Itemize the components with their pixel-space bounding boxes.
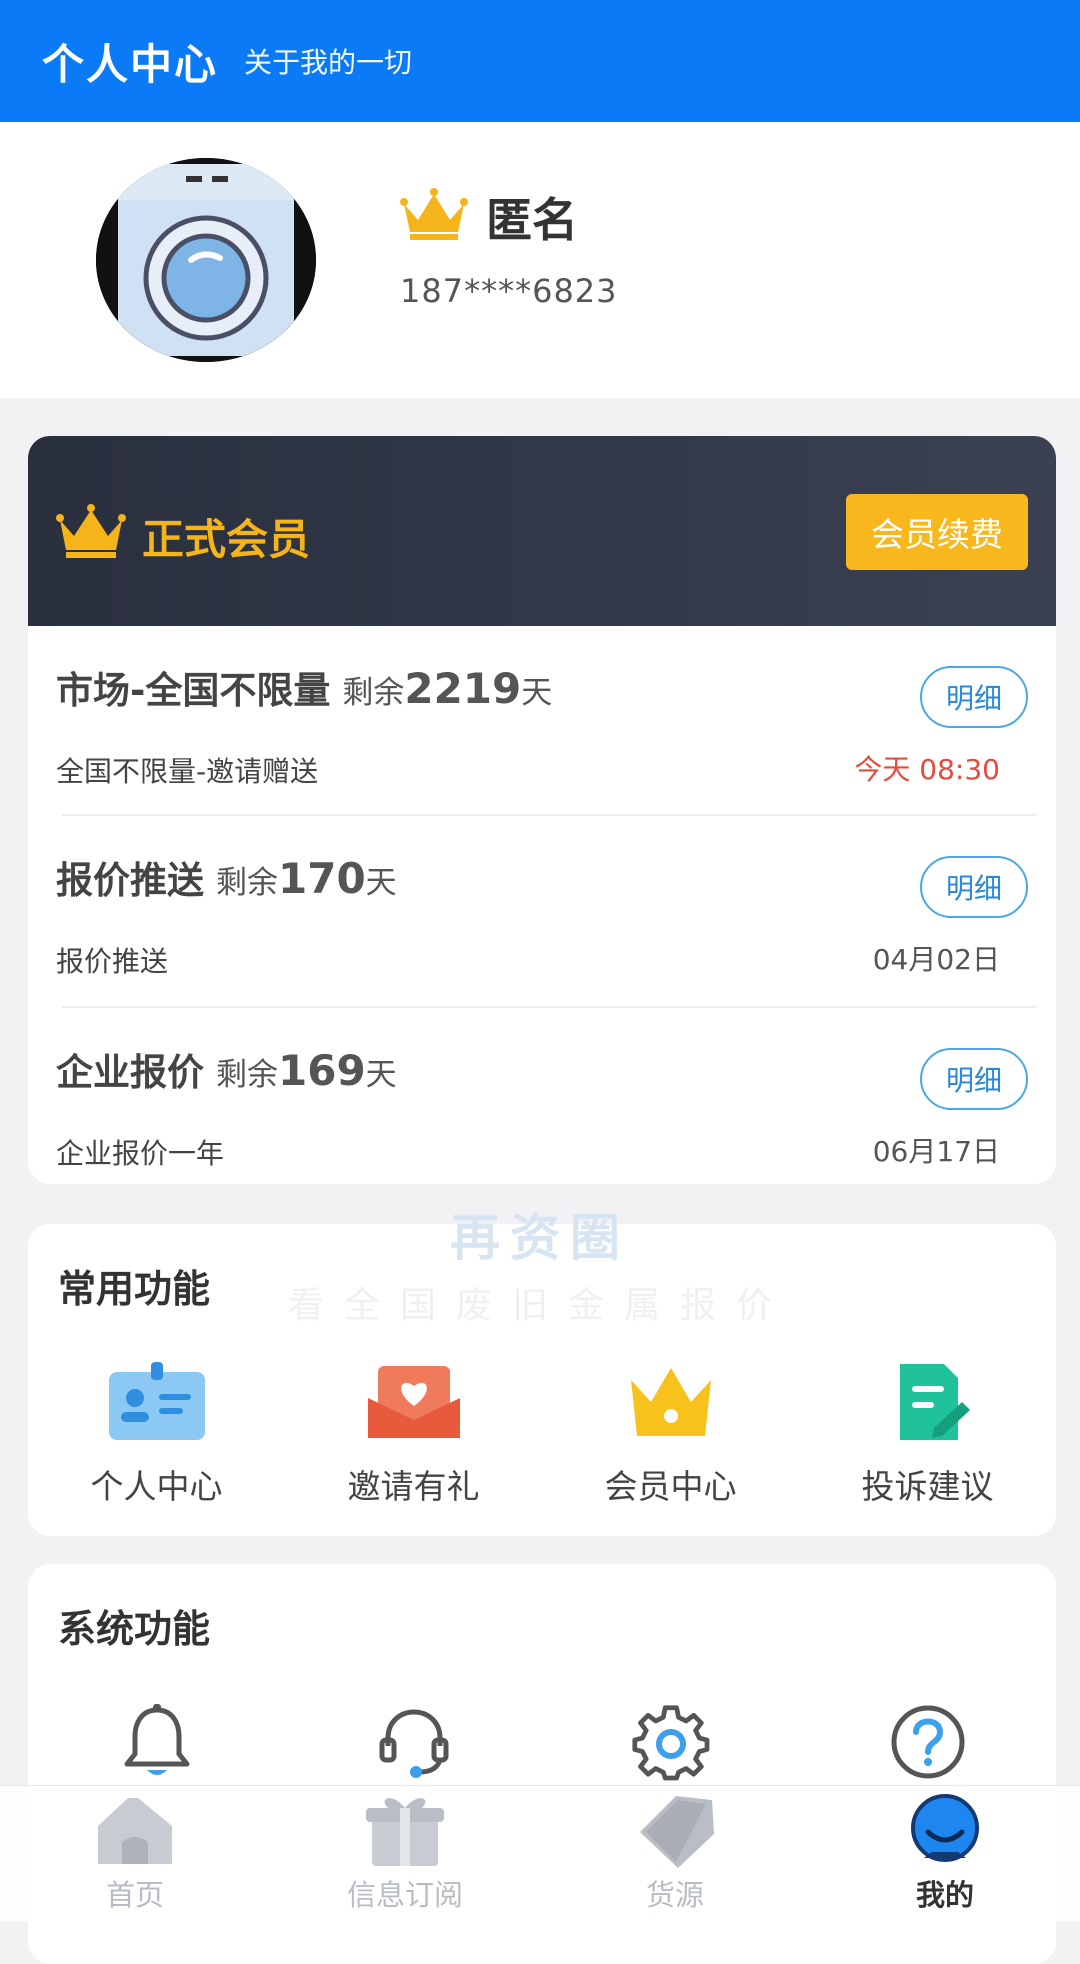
tab-home[interactable]: 首页: [0, 1786, 270, 1921]
gift-envelope-icon: [367, 1366, 460, 1438]
common-item-personal-center[interactable]: 个人中心: [28, 1362, 285, 1508]
section-title: 系统功能: [58, 1607, 211, 1651]
plan-description: 全国不限量-邀请赠送: [56, 755, 319, 788]
remaining-label: 剩余: [216, 1057, 278, 1093]
washing-machine-icon: [96, 158, 316, 362]
tab-supply[interactable]: 货源: [540, 1786, 810, 1921]
bottom-tab-bar: 首页 信息订阅 货源 我的: [0, 1785, 1080, 1921]
remaining-days: 170: [278, 854, 366, 903]
common-functions-card: 常用功能 个人中心 邀请有礼 会员中心 投诉建议: [28, 1224, 1056, 1536]
detail-button[interactable]: 明细: [920, 666, 1028, 728]
tab-label: 信息订阅: [346, 1878, 463, 1912]
common-item-member-center[interactable]: 会员中心: [542, 1362, 799, 1508]
system-item-customer-service[interactable]: [285, 1702, 542, 1782]
plan-date: 今天 08:30: [854, 753, 1000, 786]
days-unit: 天: [365, 865, 397, 901]
remaining-days: 2219: [404, 664, 522, 713]
plan-date: 04月02日: [872, 943, 1000, 976]
item-label: 投诉建议: [861, 1467, 994, 1506]
tab-label: 货源: [645, 1878, 704, 1912]
home-icon: [98, 1798, 172, 1864]
detail-button[interactable]: 明细: [920, 856, 1028, 918]
tag-icon: [640, 1796, 714, 1868]
days-unit: 天: [365, 1057, 397, 1093]
plan-description: 报价推送: [56, 945, 169, 978]
tab-label: 首页: [105, 1878, 164, 1912]
system-item-help[interactable]: [799, 1702, 1056, 1782]
plan-description: 企业报价一年: [56, 1137, 225, 1170]
detail-button[interactable]: 明细: [920, 1048, 1028, 1110]
membership-title: 正式会员: [142, 515, 311, 564]
help-icon: [891, 1705, 964, 1779]
avatar[interactable]: [96, 158, 316, 362]
item-label: 个人中心: [90, 1467, 223, 1506]
crown-icon: [400, 188, 468, 240]
membership-card: 正式会员 会员续费 市场-全国不限量 剩余2219天 明细 全国不限量-邀请赠送 …: [28, 436, 1056, 1184]
system-item-notifications[interactable]: [28, 1702, 285, 1782]
plan-item: 市场-全国不限量 剩余2219天 明细 全国不限量-邀请赠送 今天 08:30: [28, 626, 1056, 816]
headset-icon: [379, 1709, 448, 1778]
remaining-label: 剩余: [342, 675, 405, 711]
gear-icon: [631, 1705, 709, 1781]
remaining-days: 169: [278, 1046, 366, 1095]
tab-subscription[interactable]: 信息订阅: [270, 1786, 540, 1921]
bell-icon: [124, 1704, 189, 1775]
page-title: 个人中心: [42, 39, 219, 89]
tab-label: 我的: [915, 1878, 974, 1912]
crown-icon: [630, 1368, 711, 1436]
plan-item: 报价推送 剩余170天 明细 报价推送 04月02日: [28, 816, 1056, 1006]
system-item-settings[interactable]: [542, 1702, 799, 1782]
days-unit: 天: [521, 675, 553, 711]
edit-document-icon: [899, 1364, 970, 1440]
remaining-label: 剩余: [216, 865, 278, 901]
plan-item: 企业报价 剩余169天 明细 企业报价一年 06月17日: [28, 1008, 1056, 1184]
common-item-feedback[interactable]: 投诉建议: [799, 1362, 1056, 1508]
crown-icon: [56, 504, 126, 558]
watermark-slogan: 看全国废旧金属报价: [287, 1285, 792, 1326]
item-label: 会员中心: [604, 1467, 737, 1506]
username: 匿名: [486, 193, 578, 247]
membership-header: 正式会员 会员续费: [28, 436, 1056, 626]
tab-mine[interactable]: 我的: [810, 1786, 1080, 1921]
page-subtitle: 关于我的一切: [244, 46, 413, 79]
plan-name: 企业报价: [56, 1051, 204, 1094]
watermark-brand: 再资圈: [450, 1209, 630, 1267]
renew-button[interactable]: 会员续费: [846, 494, 1028, 570]
item-label: 邀请有礼: [347, 1467, 480, 1506]
phone-number: 187****6823: [400, 272, 618, 310]
id-card-icon: [108, 1362, 205, 1440]
plan-name: 市场-全国不限量: [56, 669, 331, 712]
common-item-invite[interactable]: 邀请有礼: [285, 1362, 542, 1508]
user-mascot-icon: [911, 1794, 979, 1862]
profile-section: 匿名 187****6823: [0, 122, 1080, 398]
plan-date: 06月17日: [872, 1135, 1000, 1168]
top-header: 个人中心 关于我的一切: [0, 0, 1080, 122]
gift-box-icon: [366, 1798, 444, 1866]
plan-name: 报价推送: [56, 859, 204, 902]
